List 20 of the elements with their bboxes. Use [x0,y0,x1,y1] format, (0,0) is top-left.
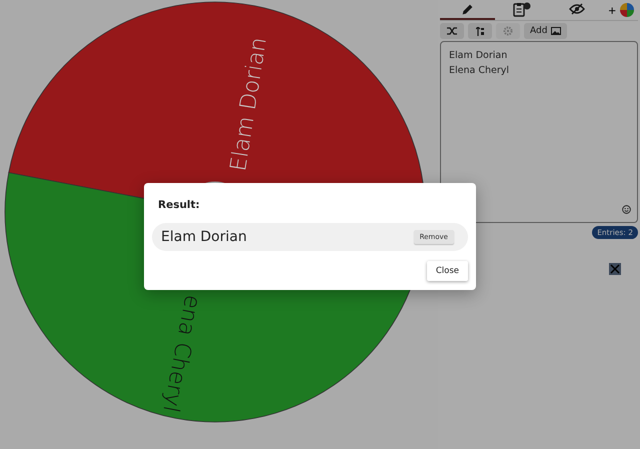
toolbar-button[interactable] [468,23,492,39]
dialog-title: Result: [158,199,201,211]
entries-field[interactable]: Elam Dorian Elena Cheryl [440,41,638,223]
close-button[interactable]: Close [426,261,468,281]
entry-line: Elam Dorian [449,49,508,63]
segment-label: Elam Dorian [226,36,272,173]
image-icon [551,27,562,35]
toolbar-button[interactable]: Add [524,23,568,39]
pencil-icon [460,2,474,16]
toolbar-button[interactable] [440,23,464,39]
entry-line: Elena Cheryl [449,64,510,78]
segment-label: ena Cheryl [157,292,205,414]
eye-slash-icon [568,3,585,15]
smiley-icon[interactable] [622,205,631,214]
result-name: Elam Dorian [161,229,247,245]
add-button[interactable]: + [604,2,620,18]
shuffle-icon [447,27,457,35]
color-palette-icon[interactable] [620,3,634,17]
clipboard-icon [513,2,532,16]
sort-icon [476,26,484,36]
